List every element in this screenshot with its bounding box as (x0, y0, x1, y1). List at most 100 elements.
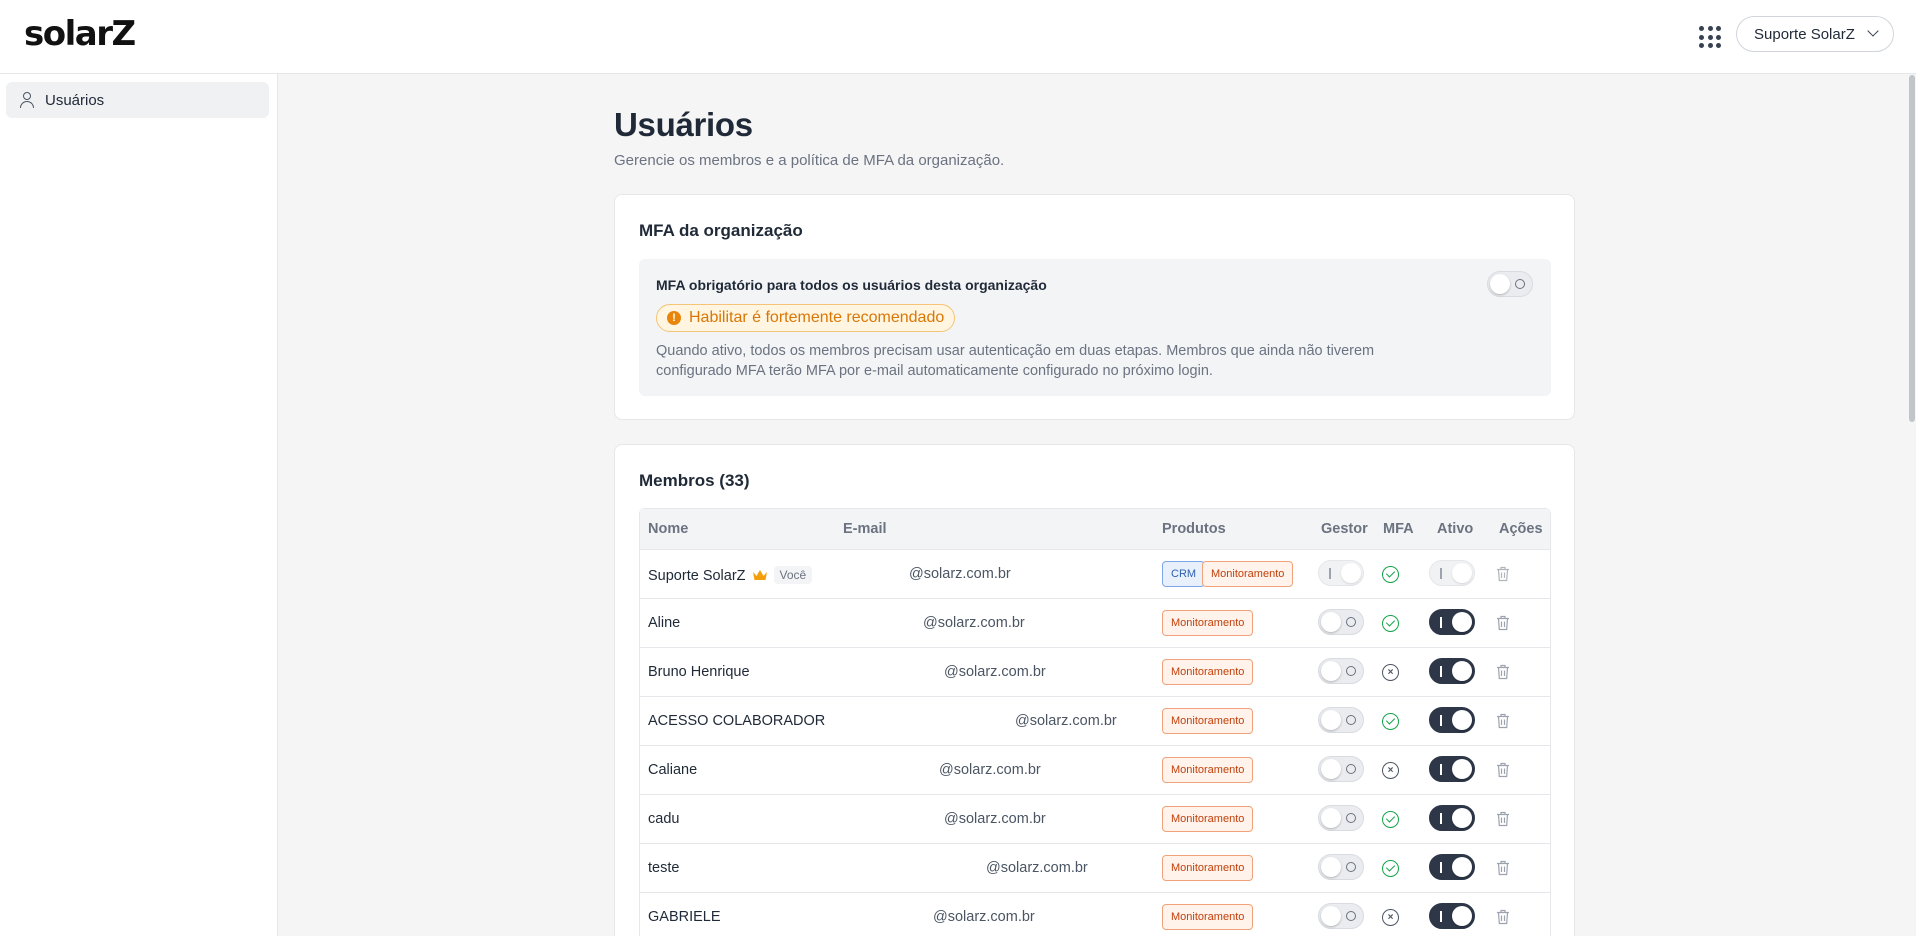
ativo-toggle[interactable] (1429, 658, 1475, 684)
apps-grid-icon[interactable] (1697, 24, 1721, 48)
gestor-toggle[interactable] (1318, 707, 1364, 733)
mfa-enabled-icon (1382, 713, 1399, 730)
table-row[interactable]: cadu @solarz.com.br Monitoramento (640, 795, 1550, 844)
trash-icon[interactable] (1496, 860, 1510, 876)
warning-icon: ! (667, 311, 681, 325)
member-name-cell: Suporte SolarZ Você (648, 566, 813, 584)
mfa-card-title: MFA da organização (639, 221, 803, 240)
member-name-cell: cadu (648, 811, 680, 827)
trash-icon[interactable] (1496, 566, 1510, 582)
mfa-organization-card: MFA da organização MFA obrigatório para … (614, 194, 1575, 420)
mfa-enabled-icon (1382, 566, 1399, 583)
table-header: Nome E-mail Produtos Gestor MFA Ativo Aç… (640, 509, 1550, 550)
product-tag-monitoramento: Monitoramento (1162, 855, 1254, 881)
gestor-toggle[interactable] (1318, 658, 1364, 684)
top-bar: solarZ Suporte SolarZ (0, 0, 1916, 74)
ativo-toggle[interactable] (1429, 903, 1475, 929)
mfa-required-label: MFA obrigatório para todos os usuários d… (656, 277, 1047, 293)
organization-select-label: Suporte SolarZ (1754, 25, 1855, 43)
mfa-disabled-icon: × (1382, 664, 1399, 681)
mfa-enabled-icon (1382, 860, 1399, 877)
member-email-cell: @solarz.com.br (1015, 713, 1117, 729)
sidebar-item-usuarios[interactable]: Usuários (6, 82, 269, 118)
ativo-toggle[interactable] (1429, 609, 1475, 635)
ativo-toggle[interactable] (1429, 707, 1475, 733)
sidebar-item-label: Usuários (45, 91, 105, 109)
ativo-toggle (1429, 560, 1475, 586)
table-row[interactable]: GABRIELE @solarz.com.br Monitoramento × (640, 893, 1550, 936)
member-name-cell: Bruno Henrique (648, 664, 750, 680)
member-email-cell: @solarz.com.br (933, 909, 1035, 925)
table-row[interactable]: Suporte SolarZ Você @solarz.com.br CRM Mo… (640, 550, 1550, 599)
organization-select[interactable]: Suporte SolarZ (1736, 16, 1894, 52)
product-tag-monitoramento: Monitoramento (1162, 757, 1254, 783)
trash-icon[interactable] (1496, 664, 1510, 680)
table-row[interactable]: Aline @solarz.com.br Monitoramento (640, 599, 1550, 648)
product-tag-monitoramento: Monitoramento (1162, 904, 1254, 930)
column-header-gestor[interactable]: Gestor (1321, 521, 1368, 537)
member-name-cell: Caliane (648, 762, 698, 778)
chevron-down-icon (1867, 25, 1879, 37)
trash-icon[interactable] (1496, 615, 1510, 631)
you-badge: Você (773, 566, 813, 584)
user-icon (19, 91, 35, 109)
page-subtitle: Gerencie os membros e a política de MFA … (614, 152, 1005, 169)
gestor-toggle (1318, 560, 1364, 586)
column-header-produtos[interactable]: Produtos (1162, 521, 1226, 537)
table-row[interactable]: teste @solarz.com.br Monitoramento (640, 844, 1550, 893)
member-email-cell: @solarz.com.br (944, 664, 1046, 680)
column-header-ativo[interactable]: Ativo (1437, 521, 1473, 537)
ativo-toggle[interactable] (1429, 805, 1475, 831)
recommendation-badge-text: Habilitar é fortemente recomendado (689, 309, 945, 326)
mfa-required-toggle[interactable] (1487, 271, 1533, 297)
scrollbar-thumb[interactable] (1909, 75, 1915, 422)
gestor-toggle[interactable] (1318, 854, 1364, 880)
mfa-policy-box: MFA obrigatório para todos os usuários d… (639, 259, 1551, 396)
table-row[interactable]: Bruno Henrique @solarz.com.br Monitorame… (640, 648, 1550, 697)
column-header-email[interactable]: E-mail (843, 521, 887, 537)
trash-icon[interactable] (1496, 811, 1510, 827)
member-name-cell: GABRIELE (648, 909, 721, 925)
member-email-cell: @solarz.com.br (986, 860, 1088, 876)
table-row[interactable]: Caliane @solarz.com.br Monitoramento × (640, 746, 1550, 795)
crown-icon (752, 570, 767, 580)
product-tag-monitoramento: Monitoramento (1162, 806, 1254, 832)
gestor-toggle[interactable] (1318, 903, 1364, 929)
mfa-description: Quando ativo, todos os membros precisam … (656, 343, 1375, 379)
page-scrollbar[interactable] (1908, 74, 1916, 936)
ativo-toggle[interactable] (1429, 756, 1475, 782)
recommendation-badge: ! Habilitar é fortemente recomendado (656, 304, 956, 332)
gestor-toggle[interactable] (1318, 756, 1364, 782)
column-header-nome[interactable]: Nome (648, 521, 688, 537)
page-title: Usuários (614, 106, 753, 143)
trash-icon[interactable] (1496, 713, 1510, 729)
sidebar: Usuários (0, 74, 278, 936)
member-email-cell: @solarz.com.br (909, 566, 1011, 582)
product-tag-monitoramento: Monitoramento (1162, 610, 1254, 636)
mfa-disabled-icon: × (1382, 909, 1399, 926)
gestor-toggle[interactable] (1318, 805, 1364, 831)
member-name-cell: teste (648, 860, 680, 876)
member-email-cell: @solarz.com.br (923, 615, 1025, 631)
member-name-cell: ACESSO COLABORADOR (648, 713, 826, 729)
mfa-enabled-icon (1382, 615, 1399, 632)
main-content: Usuários Gerencie os membros e a polític… (279, 75, 1916, 936)
product-tag-monitoramento: Monitoramento (1162, 708, 1254, 734)
members-title: Membros (33) (639, 471, 750, 490)
product-tag-crm: CRM (1162, 561, 1206, 587)
solarz-logo[interactable]: solarZ (24, 14, 136, 54)
members-card: Membros (33) Nome E-mail Produtos Gestor… (614, 444, 1575, 936)
trash-icon[interactable] (1496, 909, 1510, 925)
product-tag-monitoramento: Monitoramento (1202, 561, 1294, 587)
member-email-cell: @solarz.com.br (939, 762, 1041, 778)
column-header-mfa[interactable]: MFA (1383, 521, 1414, 537)
column-header-acoes: Ações (1499, 521, 1543, 537)
mfa-enabled-icon (1382, 811, 1399, 828)
gestor-toggle[interactable] (1318, 609, 1364, 635)
table-row[interactable]: ACESSO COLABORADOR @solarz.com.br Monito… (640, 697, 1550, 746)
ativo-toggle[interactable] (1429, 854, 1475, 880)
member-email-cell: @solarz.com.br (944, 811, 1046, 827)
member-name-cell: Aline (648, 615, 681, 631)
members-table: Nome E-mail Produtos Gestor MFA Ativo Aç… (639, 508, 1551, 936)
trash-icon[interactable] (1496, 762, 1510, 778)
